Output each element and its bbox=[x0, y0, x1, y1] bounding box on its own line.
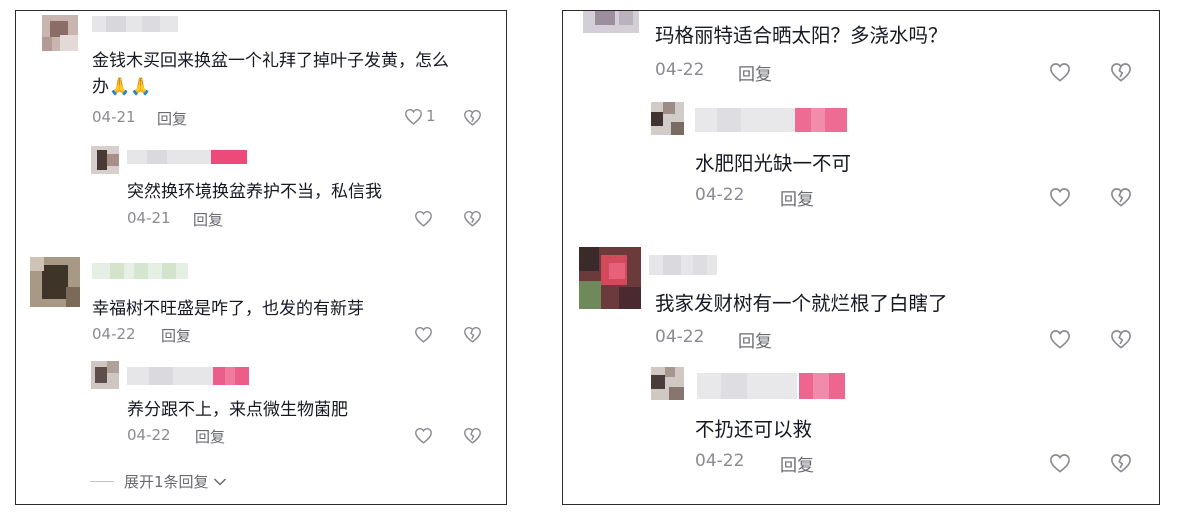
broken-heart-icon[interactable] bbox=[463, 326, 482, 343]
broken-heart-icon[interactable] bbox=[1110, 453, 1132, 473]
comment-text: 金钱木买回来换盆一个礼拜了掉叶子发黄，怎么 bbox=[92, 51, 449, 71]
reply-button[interactable]: 回复 bbox=[193, 209, 223, 230]
comment-text: 幸福树不旺盛是咋了，也发的有新芽 bbox=[92, 299, 364, 319]
reply-button[interactable]: 回复 bbox=[780, 451, 814, 476]
expand-replies-button[interactable]: 展开1条回复 bbox=[90, 471, 227, 492]
reply-text: 养分跟不上，来点微生物菌肥 bbox=[127, 400, 348, 420]
reply-name-blurred[interactable] bbox=[127, 367, 249, 385]
heart-outline-icon[interactable] bbox=[1049, 453, 1071, 473]
comment-date: 04-22 bbox=[655, 60, 705, 80]
heart-outline-icon[interactable] bbox=[1049, 187, 1071, 207]
broken-heart-icon[interactable] bbox=[1110, 329, 1132, 349]
heart-outline-icon[interactable] bbox=[1049, 62, 1071, 82]
heart-outline-icon[interactable] bbox=[1049, 329, 1071, 349]
expand-divider bbox=[90, 481, 114, 482]
reply-name-blurred[interactable] bbox=[697, 373, 845, 399]
heart-outline-icon[interactable] bbox=[414, 326, 433, 343]
reply-avatar[interactable] bbox=[651, 367, 684, 400]
reply-button[interactable]: 回复 bbox=[161, 325, 191, 346]
commenter-avatar[interactable] bbox=[42, 15, 78, 51]
reply-date: 04-22 bbox=[695, 451, 745, 471]
chevron-down-icon bbox=[213, 477, 226, 486]
reply-text: 水肥阳光缺一不可 bbox=[695, 152, 852, 175]
comment-date: 04-21 bbox=[92, 108, 136, 126]
reply-date: 04-21 bbox=[127, 209, 171, 227]
right-comment-panel: 玛格丽特适合晒太阳？多浇水吗？ 04-22 回复 水肥阳光缺一不可 04-22 … bbox=[562, 10, 1160, 505]
heart-outline-icon bbox=[405, 108, 422, 125]
reply-avatar[interactable] bbox=[91, 361, 119, 389]
reply-name-blurred[interactable] bbox=[127, 150, 247, 164]
comment-text: 我家发财树有一个就烂根了白瞎了 bbox=[655, 292, 948, 315]
comment-date: 04-22 bbox=[655, 327, 705, 347]
broken-heart-icon[interactable] bbox=[463, 427, 482, 444]
broken-heart-icon[interactable] bbox=[463, 109, 482, 126]
expand-replies-label: 展开1条回复 bbox=[124, 473, 209, 491]
reply-button[interactable]: 回复 bbox=[780, 185, 814, 210]
broken-heart-icon[interactable] bbox=[463, 210, 482, 227]
reply-date: 04-22 bbox=[127, 426, 171, 444]
reply-text: 不扔还可以救 bbox=[695, 418, 813, 441]
like-count: 1 bbox=[426, 107, 436, 125]
commenter-avatar[interactable] bbox=[579, 247, 641, 309]
broken-heart-icon[interactable] bbox=[1110, 62, 1132, 82]
reply-button[interactable]: 回复 bbox=[738, 327, 772, 352]
heart-outline-icon[interactable] bbox=[414, 427, 433, 444]
reply-button[interactable]: 回复 bbox=[195, 426, 225, 447]
reply-avatar[interactable] bbox=[91, 146, 119, 174]
like-button[interactable]: 1 bbox=[404, 107, 436, 125]
commenter-name-blurred[interactable] bbox=[92, 263, 188, 279]
reply-name-blurred[interactable] bbox=[695, 108, 847, 132]
heart-outline-icon[interactable] bbox=[414, 210, 433, 227]
comment-date: 04-22 bbox=[92, 325, 136, 343]
comment-text-line2: 办 bbox=[92, 77, 109, 97]
reply-date: 04-22 bbox=[695, 185, 745, 205]
reply-button[interactable]: 回复 bbox=[738, 60, 772, 85]
commenter-avatar[interactable] bbox=[30, 257, 80, 307]
reply-text: 突然换环境换盆养护不当，私信我 bbox=[127, 182, 382, 202]
pray-emoji: 🙏🙏 bbox=[109, 77, 152, 97]
commenter-name-blurred[interactable] bbox=[92, 16, 178, 32]
reply-button[interactable]: 回复 bbox=[157, 108, 187, 129]
reply-avatar[interactable] bbox=[651, 102, 684, 135]
commenter-name-blurred[interactable] bbox=[649, 255, 717, 275]
comment-text: 玛格丽特适合晒太阳？多浇水吗？ bbox=[655, 24, 948, 47]
left-comment-panel: 金钱木买回来换盆一个礼拜了掉叶子发黄，怎么 办🙏🙏 04-21 回复 1 突然换… bbox=[15, 10, 507, 505]
commenter-avatar[interactable] bbox=[583, 11, 639, 33]
broken-heart-icon[interactable] bbox=[1110, 187, 1132, 207]
